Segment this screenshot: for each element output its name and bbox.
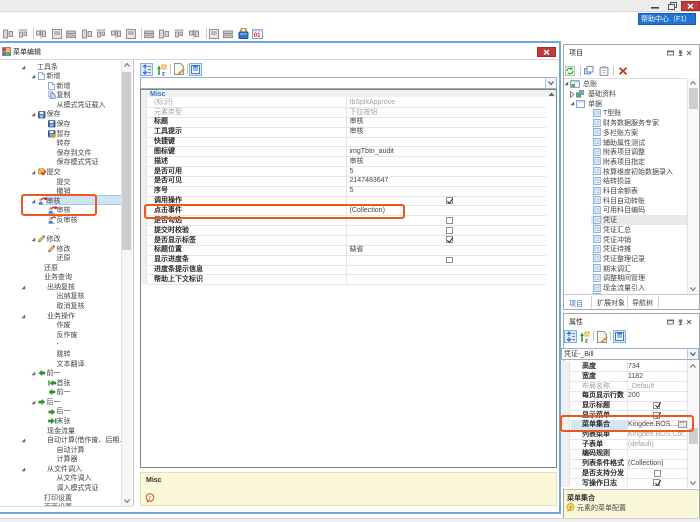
svg-text:z: z [162, 70, 166, 76]
svg-text:!: ! [149, 496, 151, 502]
svg-text:z: z [585, 338, 589, 344]
svg-text:?: ? [569, 506, 572, 512]
svg-text:01: 01 [254, 33, 261, 39]
